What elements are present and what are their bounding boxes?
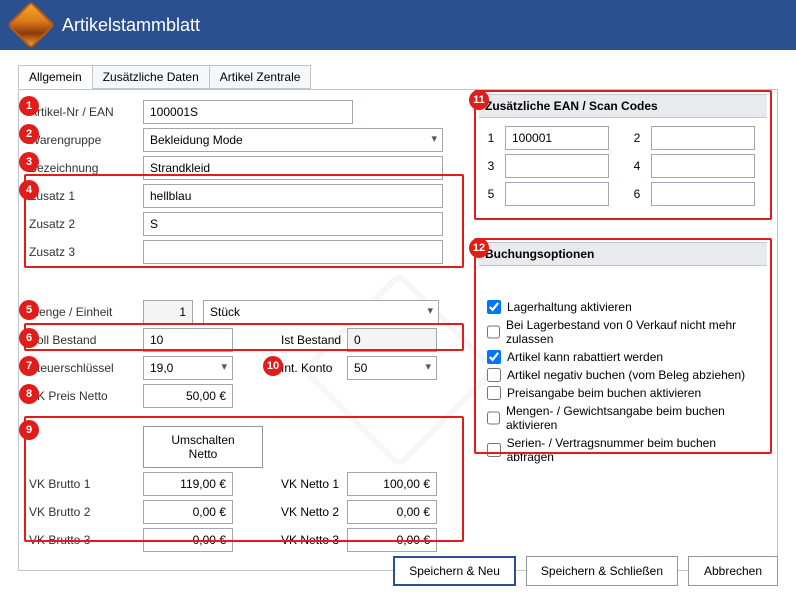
lbl-bezeichnung: Bezeichnung [29, 161, 143, 175]
zusatz3-input[interactable] [143, 240, 443, 264]
intkonto-select[interactable] [347, 356, 437, 380]
check-1-input[interactable] [487, 325, 500, 339]
app-logo-icon [7, 1, 55, 49]
booking-options: Lagerhaltung aktivieren Bei Lagerbestand … [479, 266, 767, 476]
lbl-zusatz2: Zusatz 2 [29, 217, 143, 231]
check-4-input[interactable] [487, 386, 501, 400]
lbl-vkn1: VK Netto 1 [281, 477, 347, 491]
vkb1-input[interactable] [143, 472, 233, 496]
check-5[interactable]: Mengen- / Gewichtsangabe beim buchen akt… [487, 404, 759, 432]
check-4[interactable]: Preisangabe beim buchen aktivieren [487, 386, 759, 400]
steuer-select[interactable] [143, 356, 233, 380]
lbl-intkonto: Int. Konto [281, 361, 347, 375]
warengruppe-select[interactable] [143, 128, 443, 152]
lbl-sollbestand: Soll Bestand [29, 333, 143, 347]
check-3-input[interactable] [487, 368, 501, 382]
save-close-button[interactable]: Speichern & Schließen [526, 556, 678, 586]
istbestand-input [347, 328, 437, 352]
lbl-e4: 4 [629, 159, 645, 173]
vkn3-input[interactable] [347, 528, 437, 552]
ean-header: Zusätzliche EAN / Scan Codes [479, 94, 767, 118]
lbl-menge-einheit: Menge / Einheit [29, 305, 143, 319]
badge-4: 4 [19, 180, 39, 200]
check-3-label: Artikel negativ buchen (vom Beleg abzieh… [507, 368, 745, 382]
panel: Artikel-Nr / EAN Warengruppe Bezeichnung… [18, 89, 778, 571]
einheit-select[interactable] [203, 300, 439, 324]
check-0[interactable]: Lagerhaltung aktivieren [487, 300, 759, 314]
zusatz2-input[interactable] [143, 212, 443, 236]
lbl-vkn2: VK Netto 2 [281, 505, 347, 519]
badge-5: 5 [19, 300, 39, 320]
umschalten-netto-button[interactable]: Umschalten Netto [143, 426, 263, 468]
check-1-label: Bei Lagerbestand von 0 Verkauf nicht meh… [506, 318, 759, 346]
vkb2-input[interactable] [143, 500, 233, 524]
cancel-button[interactable]: Abbrechen [688, 556, 778, 586]
ean5-input[interactable] [505, 182, 609, 206]
check-6-label: Serien- / Vertragsnummer beim buchen abf… [507, 436, 759, 464]
check-5-input[interactable] [487, 411, 500, 425]
lbl-zusatz1: Zusatz 1 [29, 189, 143, 203]
lbl-steuer: Steuerschlüssel [29, 361, 143, 375]
badge-10: 10 [263, 356, 283, 376]
check-1[interactable]: Bei Lagerbestand von 0 Verkauf nicht meh… [487, 318, 759, 346]
ean4-input[interactable] [651, 154, 755, 178]
badge-2: 2 [19, 124, 39, 144]
badge-8: 8 [19, 384, 39, 404]
lbl-eknetto: EK Preis Netto [29, 389, 143, 403]
lbl-e2: 2 [629, 131, 645, 145]
check-6[interactable]: Serien- / Vertragsnummer beim buchen abf… [487, 436, 759, 464]
ean1-input[interactable] [505, 126, 609, 150]
tabs: Allgemein Zusätzliche Daten Artikel Zent… [18, 64, 778, 89]
ean3-input[interactable] [505, 154, 609, 178]
lbl-vkb1: VK Brutto 1 [29, 477, 143, 491]
lbl-zusatz3: Zusatz 3 [29, 245, 143, 259]
book-header: Buchungsoptionen [479, 242, 767, 266]
vkb3-input[interactable] [143, 528, 233, 552]
artikelnr-input[interactable] [143, 100, 353, 124]
check-0-label: Lagerhaltung aktivieren [507, 300, 632, 314]
menge-input [143, 300, 193, 324]
badge-6: 6 [19, 328, 39, 348]
tab-artikel-zentrale[interactable]: Artikel Zentrale [209, 65, 312, 89]
check-2-label: Artikel kann rabattiert werden [507, 350, 663, 364]
lbl-e5: 5 [483, 187, 499, 201]
vkn1-input[interactable] [347, 472, 437, 496]
window-title: Artikelstammblatt [62, 15, 200, 36]
tab-allgemein[interactable]: Allgemein [18, 65, 93, 89]
badge-1: 1 [19, 96, 39, 116]
lbl-istbestand: Ist Bestand [281, 333, 347, 347]
save-new-button[interactable]: Speichern & Neu [393, 556, 516, 586]
badge-11: 11 [469, 90, 489, 110]
eknetto-input[interactable] [143, 384, 233, 408]
ean6-input[interactable] [651, 182, 755, 206]
tab-zusaetzliche-daten[interactable]: Zusätzliche Daten [92, 65, 210, 89]
check-0-input[interactable] [487, 300, 501, 314]
ean2-input[interactable] [651, 126, 755, 150]
badge-12: 12 [469, 238, 489, 258]
lbl-vkb3: VK Brutto 3 [29, 533, 143, 547]
check-6-input[interactable] [487, 443, 501, 457]
zusatz1-input[interactable] [143, 184, 443, 208]
lbl-artikelnr: Artikel-Nr / EAN [29, 105, 143, 119]
check-2[interactable]: Artikel kann rabattiert werden [487, 350, 759, 364]
lbl-warengruppe: Warengruppe [29, 133, 143, 147]
titlebar: Artikelstammblatt [0, 0, 796, 50]
lbl-e3: 3 [483, 159, 499, 173]
check-4-label: Preisangabe beim buchen aktivieren [507, 386, 701, 400]
badge-9: 9 [19, 420, 39, 440]
badge-7: 7 [19, 356, 39, 376]
lbl-vkn3: VK Netto 3 [281, 533, 347, 547]
badge-3: 3 [19, 152, 39, 172]
check-3[interactable]: Artikel negativ buchen (vom Beleg abzieh… [487, 368, 759, 382]
bezeichnung-input[interactable] [143, 156, 443, 180]
lbl-e6: 6 [629, 187, 645, 201]
lbl-vkb2: VK Brutto 2 [29, 505, 143, 519]
sollbestand-input[interactable] [143, 328, 233, 352]
check-5-label: Mengen- / Gewichtsangabe beim buchen akt… [506, 404, 759, 432]
vkn2-input[interactable] [347, 500, 437, 524]
check-2-input[interactable] [487, 350, 501, 364]
lbl-e1: 1 [483, 131, 499, 145]
